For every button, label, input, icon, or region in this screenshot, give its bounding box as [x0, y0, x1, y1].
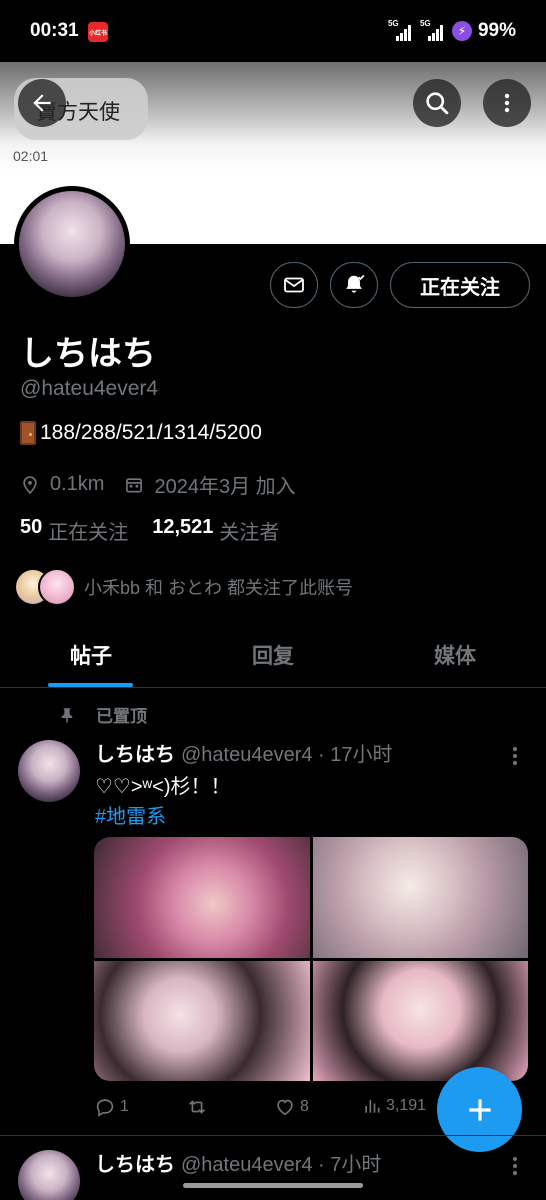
active-tab-indicator [48, 683, 133, 687]
reply-count: 1 [120, 1098, 129, 1115]
bio-text: 188/288/521/1314/5200 [40, 421, 262, 444]
post-header: しちはち @hateu4ever4 · 17小时 [95, 738, 393, 767]
signal-icon: 5G [388, 19, 414, 41]
follow-stats: 50 正在关注 12,521 关注者 [20, 516, 279, 545]
display-name: しちはち [20, 335, 156, 373]
search-button[interactable] [413, 79, 461, 127]
mutual-followers-text: 小禾bb 和 おとわ 都关注了此账号 [84, 578, 354, 598]
following-stat[interactable]: 50 正在关注 [20, 516, 128, 545]
followers-stat[interactable]: 12,521 关注者 [152, 516, 279, 545]
reply-icon [96, 1099, 114, 1117]
more-vertical-icon [504, 93, 510, 113]
heart-icon [277, 1099, 293, 1116]
plus-icon [468, 1098, 491, 1121]
post-avatar[interactable] [18, 1150, 80, 1200]
profile-avatar[interactable] [14, 186, 130, 302]
following-count: 50 [20, 516, 43, 538]
post-hashtag[interactable]: #地雷系 [95, 800, 166, 829]
tab-replies-label: 回复 [252, 644, 294, 668]
post-avatar[interactable] [18, 740, 80, 802]
tab-posts[interactable]: 帖子 [0, 622, 182, 687]
more-options-button[interactable] [483, 79, 531, 127]
post-author-name[interactable]: しちはち [95, 738, 175, 767]
arrow-left-icon [33, 94, 51, 112]
mail-icon [284, 277, 304, 293]
mutual-followers[interactable]: 小禾bb 和 おとわ 都关注了此账号 [14, 568, 353, 606]
retweet-button[interactable] [186, 1096, 212, 1118]
location-pin-icon [23, 475, 37, 494]
status-bar: 00:31 小红书 5G 5G ⚡ 99% [0, 0, 546, 62]
battery-icon: ⚡ [451, 21, 472, 41]
like-button[interactable]: 8 [274, 1096, 309, 1118]
views-button[interactable]: 3,191 [362, 1096, 426, 1116]
status-indicators: 5G 5G ⚡ 99% [388, 19, 516, 42]
view-count: 3,191 [386, 1097, 427, 1114]
post-handle-time: @hateu4ever4 · 7小时 [181, 1154, 382, 1176]
more-vertical-icon [513, 747, 517, 765]
mutual-avatar [38, 568, 76, 606]
status-time: 00:31 [30, 20, 79, 41]
views-chart-icon [365, 1100, 380, 1113]
profile-tabs: 帖子 回复 媒体 [0, 622, 546, 688]
more-vertical-icon [513, 1157, 517, 1175]
following-label: 正在关注 [48, 522, 129, 544]
home-indicator[interactable] [183, 1183, 363, 1188]
post-media-grid [94, 837, 528, 1081]
post-handle-time: @hateu4ever4 · 17小时 [181, 744, 393, 766]
tab-media[interactable]: 媒体 [364, 622, 546, 687]
banner-time: 02:01 [13, 148, 49, 164]
location-text: 0.1km [50, 473, 105, 495]
post-actions: 1 8 3,191 [94, 1096, 434, 1124]
retweet-icon [189, 1100, 205, 1114]
avatar-image [19, 191, 125, 297]
back-button[interactable] [18, 79, 66, 127]
battery-percent: 99% [477, 20, 516, 41]
tab-media-label: 媒体 [434, 644, 476, 668]
following-button[interactable]: 正在关注 [390, 262, 530, 308]
tab-replies[interactable]: 回复 [182, 622, 364, 687]
bell-check-icon [346, 274, 365, 293]
like-count: 8 [300, 1098, 309, 1115]
bio: 188/288/521/1314/5200 [20, 421, 262, 445]
post-photo[interactable] [94, 960, 310, 1081]
post-photo[interactable] [312, 837, 528, 958]
door-emoji-icon [20, 421, 36, 445]
calendar-icon [126, 477, 143, 492]
followers-label: 关注者 [219, 522, 280, 544]
post-divider [0, 1135, 546, 1136]
post-more-button[interactable] [512, 746, 518, 771]
message-button[interactable] [270, 262, 318, 308]
notifications-button[interactable] [330, 262, 378, 308]
profile-meta: 0.1km 2024年3月 加入 [20, 470, 296, 499]
post-header: しちはち @hateu4ever4 · 7小时 [95, 1148, 381, 1177]
pinned-label: 已置顶 [96, 707, 147, 726]
tab-posts-label: 帖子 [70, 644, 112, 668]
post-photo[interactable] [312, 960, 528, 1081]
post-text: ♡♡>ʷ<)杉！！ [95, 776, 231, 798]
app-notification-icon: 小红书 [88, 22, 108, 42]
joined-date: 2024年3月 加入 [154, 476, 296, 498]
compose-button[interactable] [437, 1067, 522, 1152]
search-icon [426, 92, 449, 115]
signal-icon-2: 5G [420, 19, 446, 41]
post-photo[interactable] [94, 837, 310, 958]
reply-button[interactable]: 1 [94, 1096, 129, 1118]
post-author-name[interactable]: しちはち [95, 1148, 175, 1177]
pinned-indicator: 已置顶 [58, 702, 147, 727]
pin-icon [61, 707, 73, 722]
followers-count: 12,521 [152, 516, 214, 538]
user-handle: @hateu4ever4 [20, 377, 159, 400]
post-more-button[interactable] [512, 1156, 518, 1181]
